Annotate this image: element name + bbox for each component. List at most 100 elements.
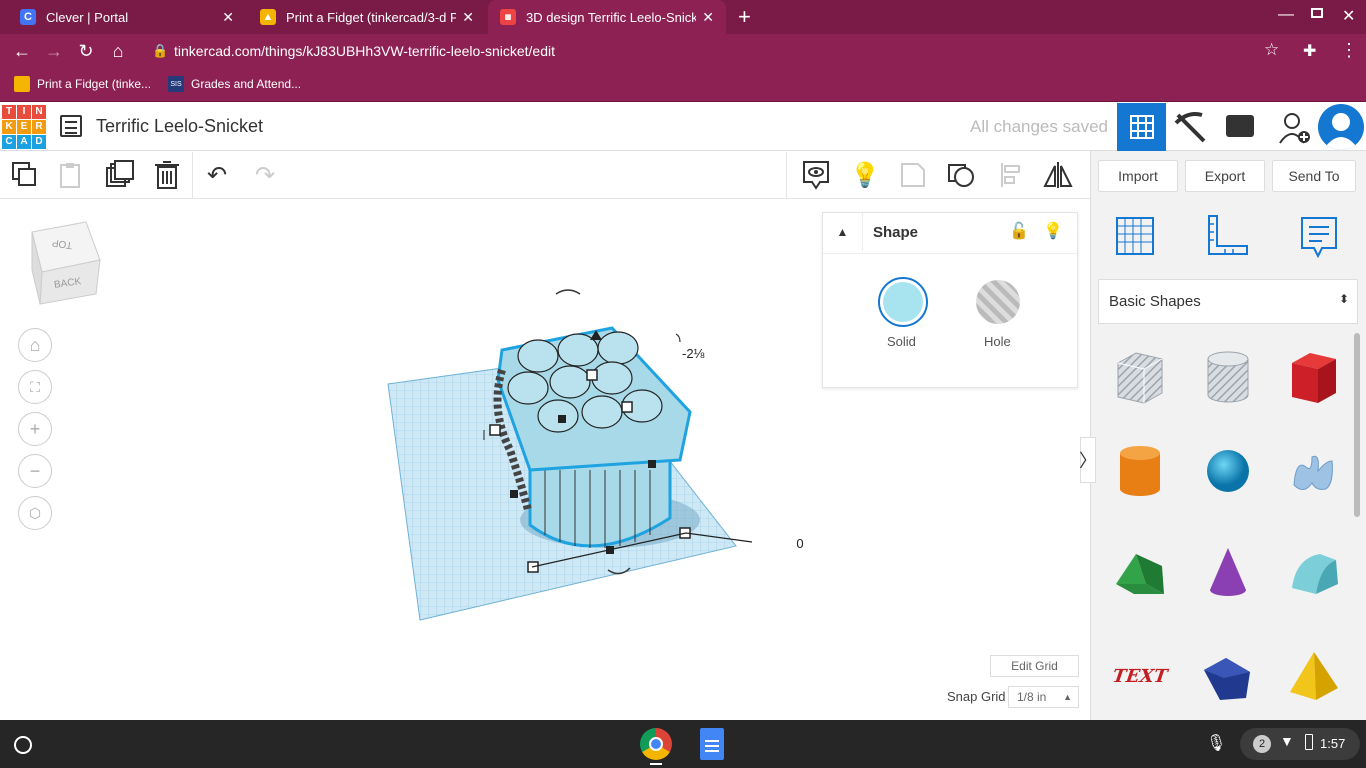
new-tab-button[interactable]: + (738, 4, 751, 30)
chrome-icon[interactable] (640, 728, 672, 760)
collapse-icon[interactable]: ▲ (823, 213, 863, 251)
trash-icon (155, 161, 179, 189)
close-icon[interactable]: ✕ (702, 9, 714, 26)
tab-tinkercad[interactable]: ▦ 3D design Terrific Leelo-Snicket | ✕ (488, 0, 726, 34)
import-button[interactable]: Import (1098, 160, 1178, 192)
mirror-button[interactable] (1043, 160, 1073, 190)
lock-icon[interactable]: 🔒 (152, 43, 168, 59)
tab-label: Clever | Portal (46, 9, 129, 25)
notification-count: 2 (1253, 735, 1271, 753)
redo-icon[interactable]: ↷ (250, 160, 280, 190)
workplane-icon (1116, 217, 1154, 255)
zoom-out-button[interactable]: − (18, 454, 52, 488)
close-icon[interactable]: ✕ (222, 9, 234, 26)
close-window-icon[interactable]: ✕ (1342, 6, 1355, 26)
tinkercad-logo[interactable]: T I N K E R C A D (2, 105, 46, 149)
plus-icon: + (29, 418, 41, 439)
roof-shape[interactable] (1112, 544, 1168, 600)
url-field[interactable]: tinkercad.com/things/kJ83UBHh3VW-terrifi… (174, 43, 555, 59)
minimize-icon[interactable]: — (1278, 6, 1294, 24)
send-to-button[interactable]: Send To (1272, 160, 1356, 192)
cube-icon: ⬡ (28, 504, 42, 521)
bookmark-label: Print a Fidget (tinke... (37, 77, 152, 91)
add-user-icon[interactable] (1278, 111, 1312, 150)
forward-icon[interactable]: → (42, 39, 66, 63)
design-title[interactable]: Terrific Leelo-Snicket (96, 116, 263, 137)
fit-view-button[interactable]: ⛶ (18, 370, 52, 404)
hole-label: Hole (984, 334, 1011, 349)
scrollbar[interactable] (1354, 333, 1360, 517)
round-roof-shape[interactable] (1286, 544, 1342, 600)
dimension-readout[interactable]: 0 (788, 533, 812, 555)
category-label: Basic Shapes (1109, 293, 1201, 310)
drive-icon: ▲ (260, 9, 276, 25)
bookmark-print-fidget[interactable]: Print a Fidget (tinke... (14, 76, 151, 92)
clever-icon: C (20, 9, 36, 25)
ungroup-icon (948, 164, 974, 187)
launcher-icon[interactable] (14, 736, 32, 754)
panel-toggle-icon[interactable]: 〉 (1079, 437, 1097, 483)
edit-grid-button[interactable]: Edit Grid (990, 655, 1079, 677)
align-button[interactable] (997, 160, 1027, 190)
reload-icon[interactable]: ↻ (74, 39, 98, 63)
restore-icon[interactable] (1311, 8, 1323, 18)
3d-view-button[interactable] (1117, 103, 1166, 151)
menu-icon[interactable]: ⋮ (1340, 40, 1358, 61)
home-view-button[interactable]: ⌂ (18, 328, 52, 362)
back-icon[interactable]: ← (10, 39, 34, 63)
tab-clever[interactable]: C Clever | Portal ✕ (8, 0, 246, 34)
view-cube[interactable]: TOP BACK (28, 220, 104, 306)
zoom-in-button[interactable]: + (18, 412, 52, 446)
minecraft-pickaxe-icon[interactable] (1174, 111, 1208, 148)
ruler-button[interactable] (1205, 214, 1251, 265)
star-icon[interactable]: ☆ (1264, 40, 1279, 60)
microphone-icon[interactable]: 🎙 (1206, 733, 1226, 753)
box-hole-shape[interactable] (1112, 349, 1168, 405)
notes-panel-button[interactable] (1298, 214, 1342, 265)
avatar[interactable] (1318, 104, 1364, 150)
export-button[interactable]: Export (1185, 160, 1265, 192)
app-header: T I N K E R C A D Terrific Leelo-Snicket… (0, 103, 1366, 151)
paste-icon (60, 163, 80, 188)
snap-grid-select[interactable]: 1/8 in ▲ (1008, 686, 1079, 708)
cylinder-hole-shape[interactable] (1200, 349, 1256, 405)
rotate-handle-top[interactable] (555, 289, 581, 295)
undo-icon[interactable]: ↶ (202, 160, 232, 190)
note-icon (1301, 217, 1337, 259)
bookmark-icon (14, 76, 30, 92)
copy-button[interactable] (10, 160, 40, 190)
lightbulb-icon[interactable]: 💡 (1043, 221, 1063, 241)
duplicate-button[interactable] (105, 160, 135, 190)
bookmark-grades[interactable]: SIS Grades and Attend... (168, 76, 301, 92)
cone-shape[interactable] (1200, 544, 1256, 600)
notes-button[interactable] (801, 160, 831, 190)
cylinder-shape[interactable] (1112, 443, 1168, 499)
polygon-shape[interactable] (1200, 648, 1256, 704)
sphere-shape[interactable] (1200, 443, 1256, 499)
scribble-shape[interactable] (1286, 443, 1342, 499)
tab-print-fidget[interactable]: ▲ Print a Fidget (tinkercad/3-d Prir ✕ (248, 0, 486, 34)
workplane-scene[interactable] (380, 270, 820, 630)
perspective-button[interactable]: ⬡ (18, 496, 52, 530)
workplane-button[interactable] (1113, 214, 1157, 263)
pyramid-shape[interactable] (1286, 648, 1342, 704)
delete-button[interactable] (152, 160, 182, 190)
close-icon[interactable]: ✕ (462, 9, 474, 26)
extensions-icon[interactable]: ✚ (1303, 41, 1316, 61)
shape-category-select[interactable]: Basic Shapes ⬍ (1098, 279, 1358, 324)
ungroup-button[interactable] (946, 160, 976, 190)
lock-icon[interactable]: 🔓 (1009, 221, 1029, 241)
text-shape[interactable]: TEXT (1108, 648, 1172, 704)
bricks-icon[interactable] (1226, 115, 1254, 137)
design-list-icon[interactable] (60, 115, 82, 137)
paste-button[interactable] (56, 160, 86, 190)
group-button[interactable] (898, 160, 928, 190)
solid-button[interactable] (878, 277, 928, 327)
divider (786, 152, 787, 198)
box-shape[interactable] (1286, 349, 1342, 405)
hole-button[interactable] (976, 280, 1020, 324)
solid-swatch (883, 282, 923, 322)
lightbulb-icon[interactable]: 💡 (850, 160, 880, 190)
docs-icon[interactable] (700, 728, 724, 760)
home-icon[interactable]: ⌂ (106, 39, 130, 63)
